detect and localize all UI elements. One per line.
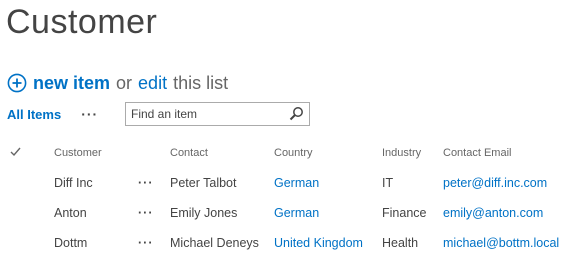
cell-country-link[interactable]: German xyxy=(274,206,319,220)
table-row[interactable]: Dottm ··· Michael Deneys United Kingdom … xyxy=(0,228,573,258)
header-country[interactable]: Country xyxy=(274,138,382,168)
page-title: Customer xyxy=(6,3,158,41)
row-select[interactable] xyxy=(0,198,54,228)
view-all-items[interactable]: All Items xyxy=(7,107,61,122)
cell-customer: Dottm xyxy=(54,236,88,250)
cell-industry: IT xyxy=(382,176,394,190)
cell-country-link[interactable]: United Kingdom xyxy=(274,236,363,250)
select-all-header[interactable] xyxy=(0,138,54,168)
row-select[interactable] xyxy=(0,168,54,198)
row-menu-button[interactable]: ··· xyxy=(138,206,154,220)
new-item-link[interactable]: new item xyxy=(33,73,110,94)
table-row[interactable]: Diff Inc ··· Peter Talbot German IT pete… xyxy=(0,168,573,198)
cell-contact: Peter Talbot xyxy=(170,176,237,190)
search-input[interactable] xyxy=(126,107,286,121)
view-toolbar: All Items ··· xyxy=(7,102,317,126)
cell-contact: Emily Jones xyxy=(170,206,238,220)
view-more-button[interactable]: ··· xyxy=(81,106,98,122)
header-contact[interactable]: Contact xyxy=(170,138,274,168)
checkmark-icon[interactable] xyxy=(10,146,21,157)
table-row[interactable]: Anton ··· Emily Jones German Finance emi… xyxy=(0,198,573,228)
cell-contact: Michael Deneys xyxy=(170,236,259,250)
cell-industry: Health xyxy=(382,236,419,250)
cell-industry: Finance xyxy=(382,206,427,220)
edit-list-link[interactable]: edit xyxy=(138,73,167,94)
cell-customer: Anton xyxy=(54,206,87,220)
header-customer[interactable]: Customer xyxy=(54,138,138,168)
cell-email-link[interactable]: peter@diff.inc.com xyxy=(443,176,547,190)
cell-email-link[interactable]: michael@bottm.local xyxy=(443,236,559,250)
cell-country-link[interactable]: German xyxy=(274,176,319,190)
header-industry[interactable]: Industry xyxy=(382,138,443,168)
row-select[interactable] xyxy=(0,228,54,258)
table-header-row: Customer Contact Country Industry Contac… xyxy=(0,138,573,168)
row-menu-button[interactable]: ··· xyxy=(138,176,154,190)
search-box xyxy=(125,102,310,126)
or-text: or xyxy=(116,72,133,93)
this-list-text: this list xyxy=(173,72,229,93)
new-item-bar: new item or edit this list xyxy=(7,70,228,96)
cell-customer: Diff Inc xyxy=(54,176,93,190)
header-spacer xyxy=(138,138,170,168)
search-icon[interactable] xyxy=(289,106,304,121)
header-contact-email[interactable]: Contact Email xyxy=(443,138,573,168)
row-menu-button[interactable]: ··· xyxy=(138,236,154,250)
items-table: Customer Contact Country Industry Contac… xyxy=(0,138,573,258)
cell-email-link[interactable]: emily@anton.com xyxy=(443,206,543,220)
add-circle-icon[interactable] xyxy=(7,73,27,93)
